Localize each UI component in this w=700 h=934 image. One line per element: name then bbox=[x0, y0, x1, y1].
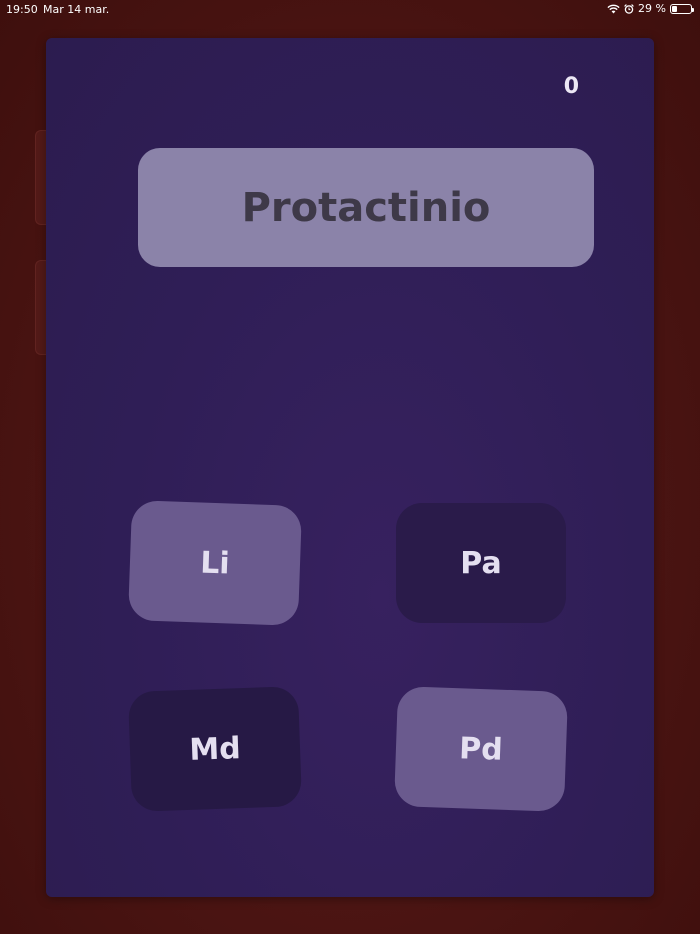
status-date: Mar 14 mar. bbox=[43, 3, 110, 16]
score-counter: 0 bbox=[563, 74, 579, 99]
answer-button-li[interactable]: Li bbox=[127, 500, 303, 626]
alarm-icon bbox=[624, 3, 634, 14]
element-name-text: Protactinio bbox=[241, 184, 491, 231]
answer-button-pa[interactable]: Pa bbox=[396, 503, 566, 623]
battery-percent: 29 % bbox=[638, 2, 666, 15]
battery-icon bbox=[670, 3, 694, 14]
wifi-icon bbox=[607, 4, 620, 14]
status-bar: 19:50 Mar 14 mar. 29 % bbox=[0, 0, 700, 20]
answer-button-pd[interactable]: Pd bbox=[393, 686, 569, 812]
answer-button-md[interactable]: Md bbox=[127, 686, 303, 812]
battery-level bbox=[672, 5, 678, 12]
element-name-card: Protactinio bbox=[138, 148, 594, 267]
status-indicators: 29 % bbox=[607, 2, 694, 15]
status-time: 19:50 bbox=[6, 3, 38, 16]
game-card: 0 Protactinio Li Pa Md Pd bbox=[46, 38, 654, 897]
